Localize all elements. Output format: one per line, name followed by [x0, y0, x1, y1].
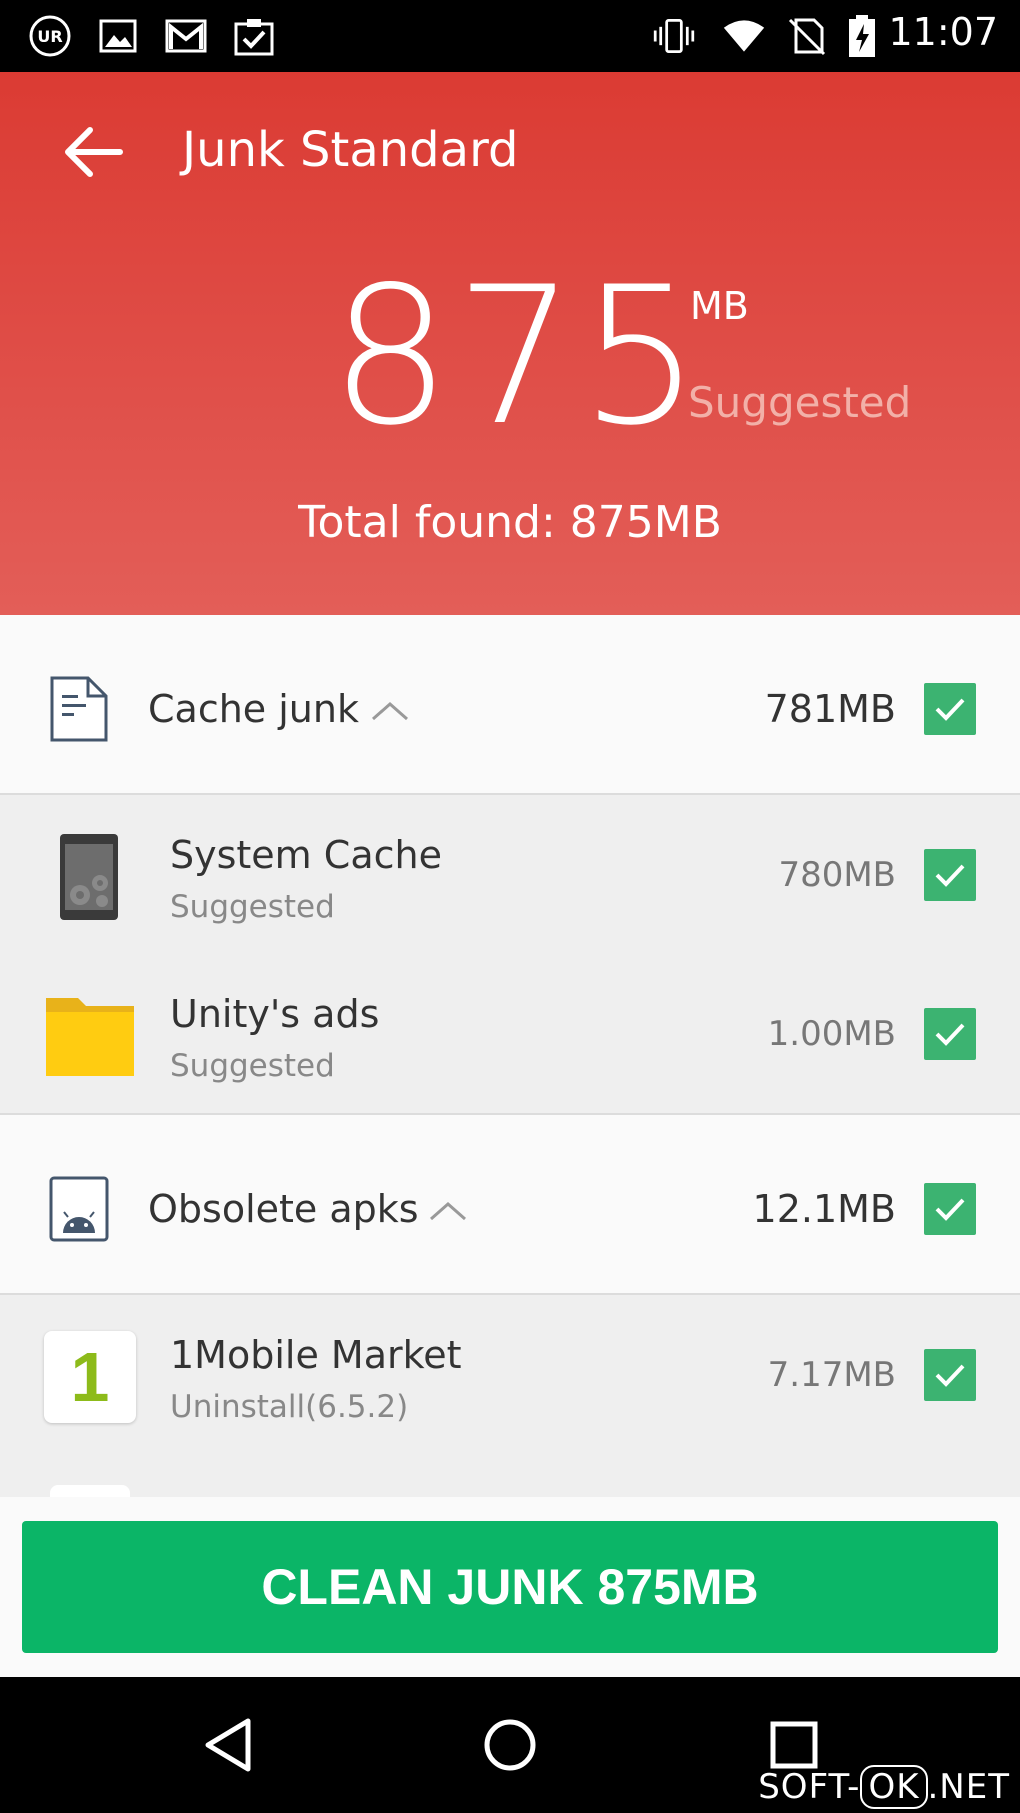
list-item-unity-ads[interactable]: Unity's ads Suggested 1.00MB [0, 954, 1020, 1113]
item-status: Suggested [170, 1048, 335, 1084]
total-found: Total found: 875MB [298, 497, 722, 548]
checkmark-icon [935, 1364, 965, 1387]
phone-gear-icon [44, 831, 136, 923]
navigation-bar: SOFT- OK .NET [0, 1677, 1020, 1813]
group-obsolete-apks[interactable]: Obsolete apks 12.1MB [0, 1115, 1020, 1295]
item-size: 780MB [778, 855, 896, 895]
group-checkbox[interactable] [924, 683, 976, 735]
junk-amount: 875 [330, 246, 705, 467]
item-size: 7.17MB [767, 1355, 896, 1395]
checkmark-icon [935, 1198, 965, 1221]
group-cache-junk[interactable]: Cache junk 781MB [0, 615, 1020, 795]
wifi-icon [722, 14, 766, 58]
summary-header: Junk Standard 875 MB Suggested Total fou… [0, 72, 1020, 615]
battery-charging-icon [840, 14, 884, 58]
group-checkbox[interactable] [924, 1183, 976, 1235]
clipboard-check-icon [232, 14, 276, 58]
image-icon [96, 14, 140, 58]
chevron-up-icon[interactable] [428, 1199, 468, 1223]
status-bar: UR 11:07 [0, 0, 1020, 72]
chevron-up-icon[interactable] [370, 699, 410, 723]
ur-icon: UR [28, 14, 72, 58]
clean-junk-button[interactable]: CLEAN JUNK 875MB [22, 1521, 998, 1653]
android-apk-icon [48, 1175, 110, 1243]
folder-icon [44, 990, 136, 1082]
suggested-label: Suggested [688, 378, 912, 427]
list-item-system-cache[interactable]: System Cache Suggested 780MB [0, 795, 1020, 954]
arrow-left-icon [65, 127, 123, 177]
item-name: 1Mobile Market [170, 1333, 462, 1377]
item-name: System Cache [170, 833, 442, 877]
junk-unit: MB [690, 284, 749, 328]
group-label: Cache junk [148, 687, 359, 731]
watermark-post: .NET [927, 1767, 1010, 1807]
gmail-icon [164, 14, 208, 58]
vibrate-icon [652, 14, 696, 58]
checkmark-icon [935, 698, 965, 721]
group-label: Obsolete apks [148, 1187, 419, 1231]
no-sim-icon [784, 14, 828, 58]
action-area: CLEAN JUNK 875MB [0, 1497, 1020, 1677]
checkmark-icon [935, 864, 965, 887]
item-checkbox[interactable] [924, 1008, 976, 1060]
home-circle-icon[interactable] [470, 1705, 550, 1785]
group-size: 781MB [764, 687, 896, 731]
one-mobile-icon: 1 [44, 1331, 136, 1423]
status-time: 11:07 [888, 10, 998, 54]
next-item-icon-peek [50, 1485, 130, 1497]
item-name: Unity's ads [170, 992, 380, 1036]
checkmark-icon [935, 1023, 965, 1046]
watermark-box: OK [860, 1765, 928, 1809]
item-checkbox[interactable] [924, 1349, 976, 1401]
document-icon [48, 675, 110, 743]
page-title: Junk Standard [182, 122, 519, 178]
item-checkbox[interactable] [924, 849, 976, 901]
item-status: Uninstall(6.5.2) [170, 1389, 409, 1425]
svg-text:UR: UR [37, 27, 62, 46]
watermark-pre: SOFT- [758, 1767, 861, 1807]
item-size: 1.00MB [767, 1014, 896, 1054]
one-mobile-glyph: 1 [70, 1338, 110, 1416]
back-button[interactable] [52, 112, 132, 192]
list-item-1mobile-market[interactable]: 1 1Mobile Market Uninstall(6.5.2) 7.17MB [0, 1295, 1020, 1497]
group-size: 12.1MB [752, 1187, 896, 1231]
item-status: Suggested [170, 889, 335, 925]
watermark: SOFT- OK .NET [758, 1765, 1010, 1809]
back-triangle-icon[interactable] [188, 1705, 268, 1785]
